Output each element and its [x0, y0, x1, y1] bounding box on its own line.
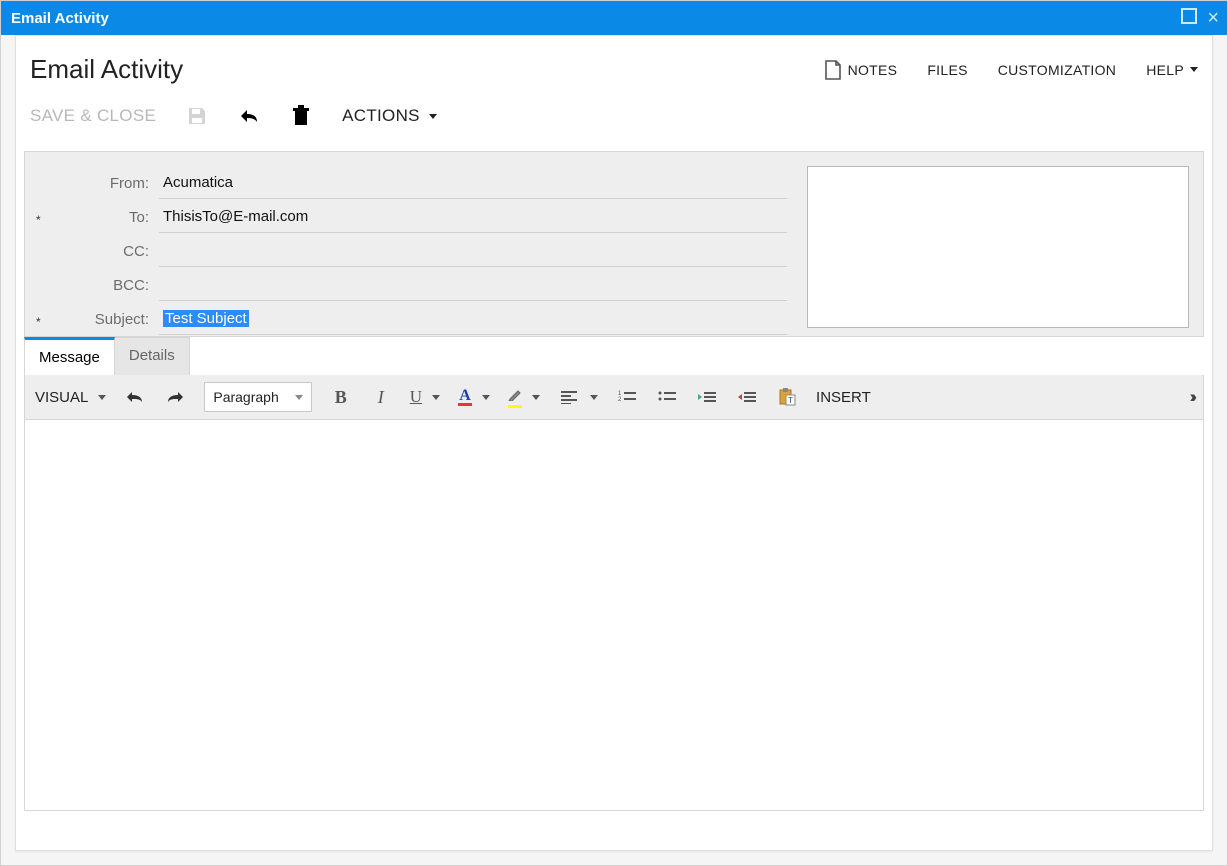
outdent-icon[interactable] — [736, 386, 758, 408]
paste-icon[interactable]: T — [776, 386, 798, 408]
customization-link[interactable]: CUSTOMIZATION — [998, 62, 1117, 78]
subject-selected-text: Test Subject — [163, 310, 249, 327]
editor-redo-icon[interactable] — [164, 386, 186, 408]
window-controls: × — [1181, 8, 1219, 28]
chevron-down-icon — [432, 395, 440, 400]
expand-toolbar-icon[interactable]: ›› — [1190, 387, 1193, 407]
chevron-down-icon — [429, 114, 437, 119]
visual-mode-menu[interactable]: VISUAL — [35, 389, 106, 406]
header-actions: NOTES FILES CUSTOMIZATION HELP — [824, 60, 1198, 80]
chevron-down-icon — [1190, 67, 1198, 72]
preview-box — [807, 166, 1189, 328]
app-window: Email Activity × Email Activity NOTES FI… — [0, 0, 1228, 866]
to-field[interactable]: ThisisTo@E-mail.com — [159, 202, 787, 233]
email-fields: From: Acumatica *To: ThisisTo@E-mail.com… — [39, 166, 787, 336]
files-label: FILES — [927, 62, 967, 78]
ordered-list-icon[interactable]: 12 — [616, 386, 638, 408]
bcc-field[interactable] — [159, 270, 787, 301]
chevron-down-icon — [295, 395, 303, 400]
main-toolbar: SAVE & CLOSE ACTIONS — [16, 91, 1212, 151]
notes-label: NOTES — [848, 62, 898, 78]
actions-label: ACTIONS — [342, 106, 420, 126]
window-maximize-icon[interactable] — [1181, 8, 1197, 28]
from-row: From: Acumatica — [39, 166, 787, 200]
chevron-down-icon — [98, 395, 106, 400]
page-title: Email Activity — [30, 54, 824, 85]
content-area: Email Activity NOTES FILES CUSTOMIZATION… — [15, 35, 1213, 851]
chevron-down-icon — [482, 395, 490, 400]
cc-field[interactable] — [159, 236, 787, 267]
underline-button[interactable]: U — [410, 387, 440, 407]
font-color-swatch — [458, 403, 472, 406]
from-field[interactable]: Acumatica — [159, 168, 787, 199]
customization-label: CUSTOMIZATION — [998, 62, 1117, 78]
tab-message[interactable]: Message — [24, 337, 115, 375]
message-body[interactable] — [24, 420, 1204, 811]
to-row: *To: ThisisTo@E-mail.com — [39, 200, 787, 234]
insert-menu[interactable]: INSERT — [816, 389, 871, 406]
delete-icon[interactable] — [290, 105, 312, 127]
bold-button[interactable]: B — [330, 386, 352, 408]
highlight-icon — [508, 387, 522, 405]
help-label: HELP — [1146, 62, 1184, 78]
editor-toolbar: VISUAL Paragraph B I U A — [24, 375, 1204, 420]
visual-label: VISUAL — [35, 389, 88, 406]
highlight-swatch — [508, 405, 522, 408]
save-close-button[interactable]: SAVE & CLOSE — [30, 106, 156, 126]
email-form-panel: From: Acumatica *To: ThisisTo@E-mail.com… — [24, 151, 1204, 337]
notes-link[interactable]: NOTES — [824, 60, 898, 80]
svg-text:2: 2 — [618, 397, 622, 403]
paragraph-select[interactable]: Paragraph — [204, 382, 311, 412]
window-titlebar: Email Activity × — [1, 1, 1227, 35]
italic-button[interactable]: I — [370, 386, 392, 408]
underline-label: U — [410, 387, 422, 407]
font-color-button[interactable]: A — [458, 389, 490, 406]
paragraph-label: Paragraph — [213, 389, 278, 405]
actions-menu[interactable]: ACTIONS — [342, 106, 437, 126]
unordered-list-icon[interactable] — [656, 386, 678, 408]
page-header: Email Activity NOTES FILES CUSTOMIZATION… — [16, 36, 1212, 91]
bcc-label: BCC: — [39, 277, 149, 294]
window-title: Email Activity — [11, 10, 1181, 27]
notes-icon — [824, 60, 842, 80]
from-label: From: — [39, 175, 149, 192]
align-button[interactable] — [558, 386, 598, 408]
tab-details[interactable]: Details — [114, 337, 190, 375]
tab-strip: Message Details — [24, 337, 1204, 375]
to-label: *To: — [39, 209, 149, 226]
subject-label: *Subject: — [39, 311, 149, 328]
help-link[interactable]: HELP — [1146, 62, 1198, 78]
align-left-icon — [558, 386, 580, 408]
svg-text:T: T — [788, 396, 793, 405]
cc-label: CC: — [39, 243, 149, 260]
indent-icon[interactable] — [696, 386, 718, 408]
files-link[interactable]: FILES — [927, 62, 967, 78]
cc-row: CC: — [39, 234, 787, 268]
window-close-icon[interactable]: × — [1207, 8, 1219, 28]
bcc-row: BCC: — [39, 268, 787, 302]
font-color-label: A — [459, 389, 471, 403]
highlight-button[interactable] — [508, 387, 540, 408]
chevron-down-icon — [590, 395, 598, 400]
save-icon[interactable] — [186, 105, 208, 127]
undo-icon[interactable] — [238, 105, 260, 127]
subject-field[interactable]: Test Subject — [159, 304, 787, 335]
subject-row: *Subject: Test Subject — [39, 302, 787, 336]
editor-undo-icon[interactable] — [124, 386, 146, 408]
chevron-down-icon — [532, 395, 540, 400]
